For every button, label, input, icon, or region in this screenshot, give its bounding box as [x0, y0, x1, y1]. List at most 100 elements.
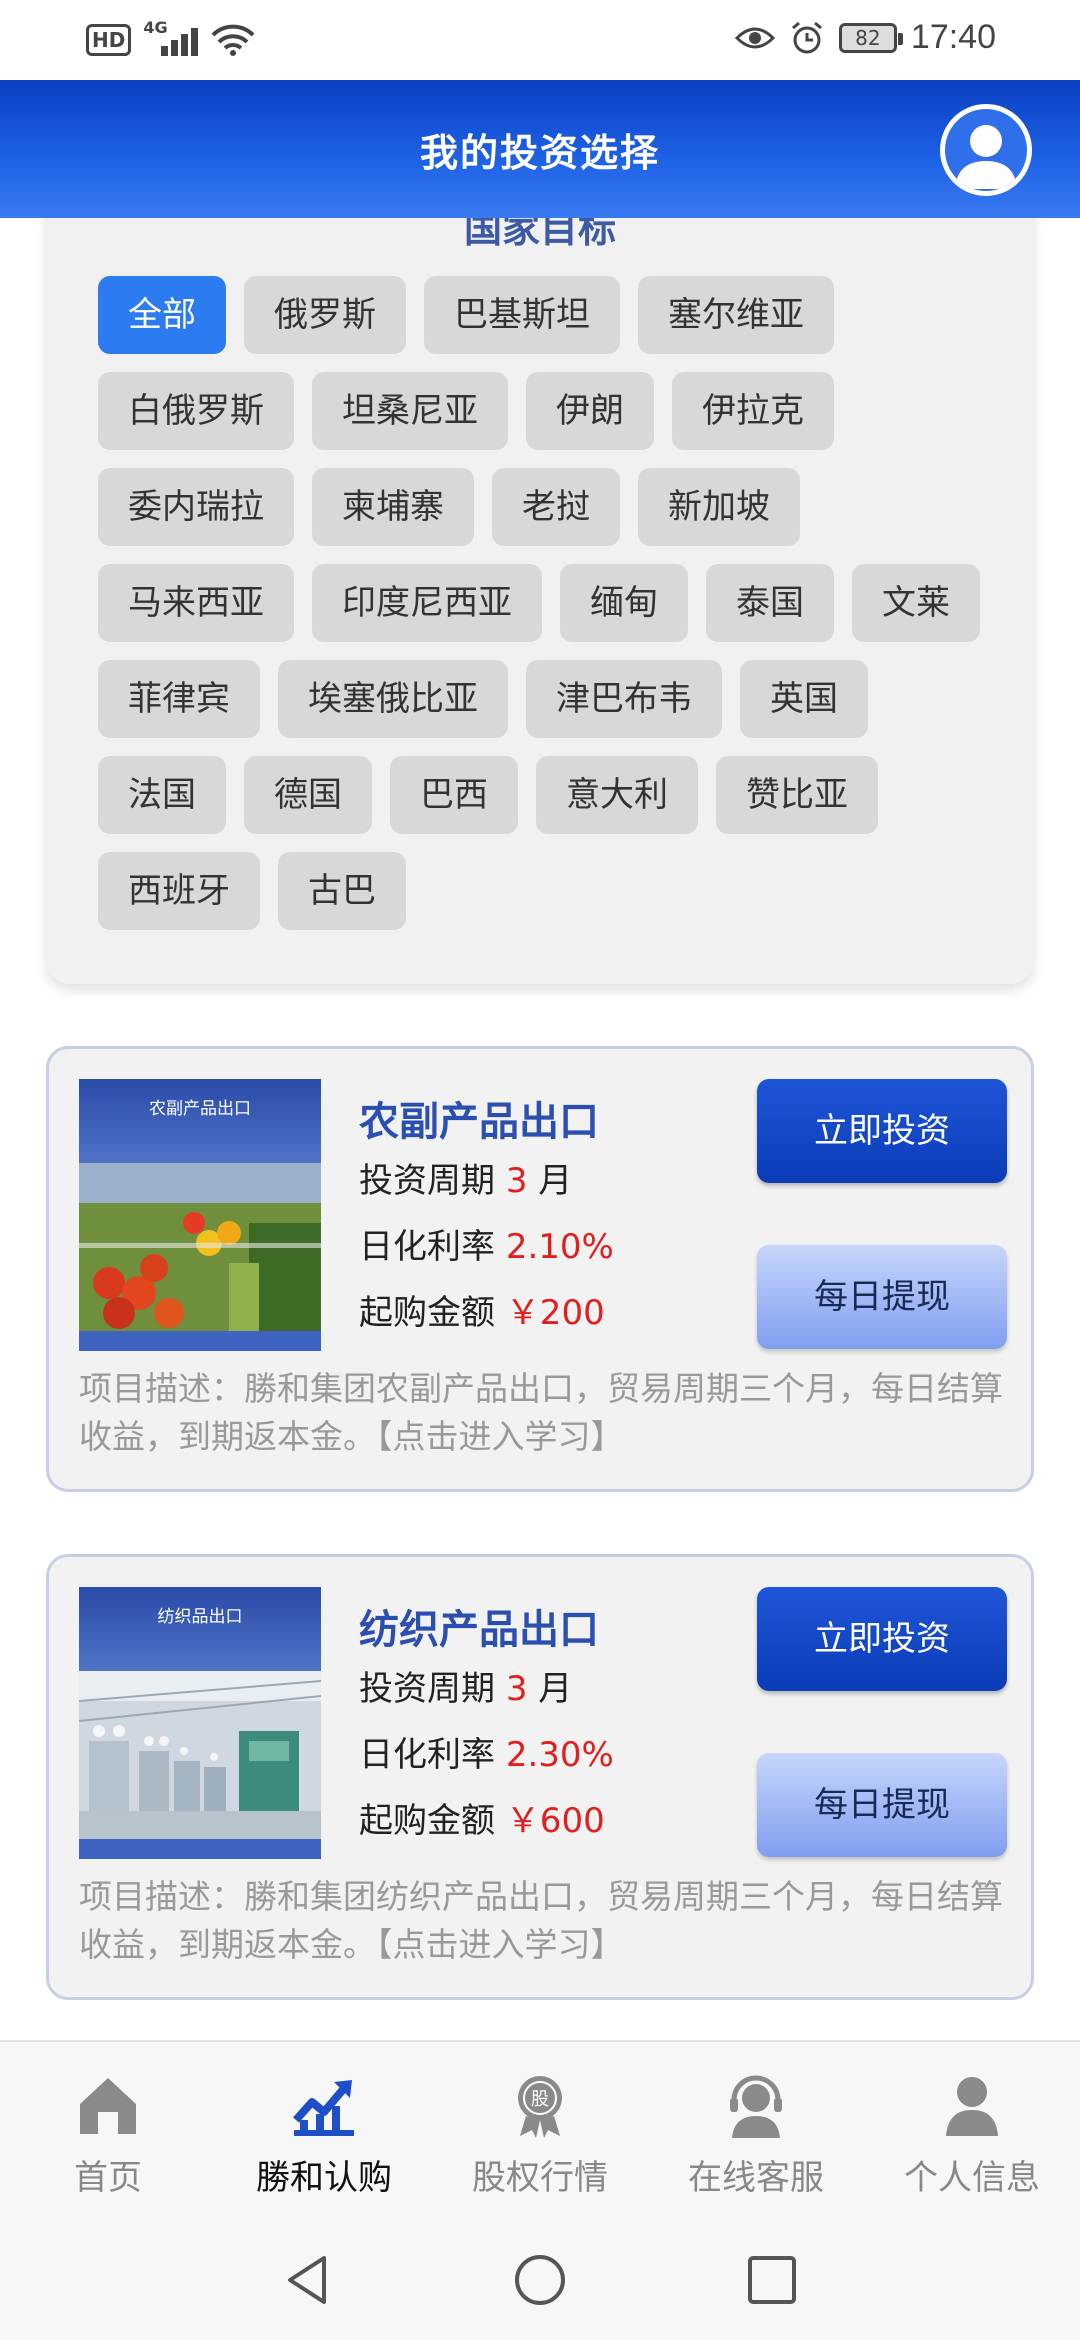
country-heading: 国家目标	[463, 218, 616, 251]
country-chip[interactable]: 老挝	[492, 468, 620, 546]
country-chip[interactable]: 塞尔维亚	[638, 276, 834, 354]
product-name: 纺织产品出口	[359, 1607, 599, 1653]
daily-rate: 日化利率 2.10%	[359, 1219, 614, 1268]
period-unit: 月	[538, 1669, 573, 1709]
back-icon[interactable]	[280, 2252, 336, 2308]
nav-label: 股权行情	[472, 2158, 608, 2198]
product-image-caption: 纺织品出口	[79, 1587, 321, 1671]
status-right: 82 17:40	[734, 18, 996, 57]
alarm-icon	[791, 21, 822, 53]
country-chip[interactable]: 缅甸	[560, 564, 688, 642]
cell-signal-icon: 4G	[143, 18, 199, 58]
country-chip-list: 全部 俄罗斯 巴基斯坦 塞尔维亚 白俄罗斯 坦桑尼亚 伊朗 伊拉克 委内瑞拉 柬…	[98, 276, 998, 930]
country-chip[interactable]: 柬埔寨	[312, 468, 474, 546]
country-chip[interactable]: 伊朗	[526, 372, 654, 450]
nav-support[interactable]: 在线客服	[648, 2042, 864, 2220]
home-icon	[80, 2078, 136, 2134]
system-nav-bar	[0, 2220, 1080, 2340]
user-avatar-button[interactable]	[940, 104, 1032, 196]
scroll-content[interactable]: 国家目标 全部 俄罗斯 巴基斯坦 塞尔维亚 白俄罗斯 坦桑尼亚 伊朗 伊拉克 委…	[0, 218, 1080, 2040]
invest-period: 投资周期 3 月	[359, 1153, 572, 1202]
daily-withdraw-button[interactable]: 每日提现	[757, 1753, 1007, 1857]
rate-label: 日化利率	[359, 1227, 495, 1267]
rate-label: 日化利率	[359, 1735, 495, 1775]
nav-label: 勝和认购	[256, 2158, 392, 2198]
home-circle-icon[interactable]	[512, 2252, 568, 2308]
status-left: HD 4G	[86, 18, 255, 58]
country-chip[interactable]: 印度尼西亚	[312, 564, 542, 642]
svg-text:股: 股	[531, 2089, 549, 2110]
country-chip[interactable]: 坦桑尼亚	[312, 372, 508, 450]
invest-now-button[interactable]: 立即投资	[757, 1587, 1007, 1691]
product-card[interactable]: 农副产品出口 农副产品出口 投资周期 3 月 日化利率 2.10% 起购金额 ￥…	[46, 1046, 1034, 1492]
country-chip[interactable]: 古巴	[278, 852, 406, 930]
product-card[interactable]: 纺织品出口 纺织产品出口 投资周期 3 月 日化利率 2.30% 起购金额 ￥6…	[46, 1554, 1034, 2000]
status-bar: HD 4G 82 17:40	[0, 0, 1080, 80]
wifi-icon	[211, 24, 255, 56]
country-chip[interactable]: 英国	[740, 660, 868, 738]
period-unit: 月	[538, 1161, 573, 1201]
period-label: 投资周期	[359, 1161, 495, 1201]
produce-photo	[79, 1163, 321, 1331]
recents-icon[interactable]	[744, 2252, 800, 2308]
eye-icon	[734, 27, 775, 48]
country-chip[interactable]: 菲律宾	[98, 660, 260, 738]
rate-value: 2.30%	[505, 1735, 614, 1775]
daily-withdraw-button[interactable]: 每日提现	[757, 1245, 1007, 1349]
person-icon	[946, 2077, 998, 2136]
hd-indicator: HD	[86, 24, 132, 56]
period-value: 3	[505, 1161, 528, 1201]
country-chip[interactable]: 文莱	[852, 564, 980, 642]
country-chip[interactable]: 津巴布韦	[526, 660, 722, 738]
app-header: 我的投资选择	[0, 80, 1080, 218]
textile-factory-photo	[79, 1671, 321, 1839]
min-value: ￥600	[505, 1801, 605, 1841]
product-description[interactable]: 项目描述：勝和集团纺织产品出口，贸易周期三个月，每日结算收益，到期返本金。【点击…	[79, 1873, 1009, 1969]
country-chip[interactable]: 巴基斯坦	[424, 276, 620, 354]
nav-label: 首页	[74, 2158, 142, 2198]
country-chip[interactable]: 法国	[98, 756, 226, 834]
nav-home[interactable]: 首页	[0, 2042, 216, 2220]
user-avatar-icon	[955, 125, 1017, 189]
country-chip[interactable]: 西班牙	[98, 852, 260, 930]
product-image[interactable]: 农副产品出口	[79, 1079, 321, 1351]
daily-rate: 日化利率 2.30%	[359, 1727, 614, 1776]
clock: 17:40	[910, 18, 996, 56]
product-description[interactable]: 项目描述：勝和集团农副产品出口，贸易周期三个月，每日结算收益，到期返本金。【点击…	[79, 1365, 1009, 1461]
country-chip[interactable]: 赞比亚	[716, 756, 878, 834]
country-chip[interactable]: 泰国	[706, 564, 834, 642]
country-chip[interactable]: 俄罗斯	[244, 276, 406, 354]
bottom-nav: 首页 勝和认购 股 股权行情 在线客服 个人信息	[0, 2040, 1080, 2220]
min-amount: 起购金额 ￥600	[359, 1793, 605, 1842]
nav-label: 在线客服	[688, 2158, 824, 2198]
country-chip[interactable]: 意大利	[536, 756, 698, 834]
product-image-footer	[79, 1839, 321, 1859]
country-chip[interactable]: 白俄罗斯	[98, 372, 294, 450]
country-chip[interactable]: 新加坡	[638, 468, 800, 546]
country-chip[interactable]: 委内瑞拉	[98, 468, 294, 546]
min-value: ￥200	[505, 1293, 605, 1333]
country-chip-all[interactable]: 全部	[98, 276, 226, 354]
invest-period: 投资周期 3 月	[359, 1661, 572, 1710]
country-chip[interactable]: 马来西亚	[98, 564, 294, 642]
nav-equity[interactable]: 股 股权行情	[432, 2042, 648, 2220]
page-title: 我的投资选择	[419, 131, 660, 175]
country-chip[interactable]: 巴西	[390, 756, 518, 834]
product-image-caption: 农副产品出口	[79, 1079, 321, 1163]
nav-profile[interactable]: 个人信息	[864, 2042, 1080, 2220]
country-chip[interactable]: 埃塞俄比亚	[278, 660, 508, 738]
country-chip[interactable]: 伊拉克	[672, 372, 834, 450]
network-type: 4G	[143, 18, 168, 37]
headset-agent-icon	[730, 2075, 782, 2138]
product-image[interactable]: 纺织品出口	[79, 1587, 321, 1859]
trend-chart-icon	[293, 2080, 354, 2136]
min-label: 起购金额	[359, 1801, 495, 1841]
rate-value: 2.10%	[505, 1227, 614, 1267]
country-chip[interactable]: 德国	[244, 756, 372, 834]
min-amount: 起购金额 ￥200	[359, 1285, 605, 1334]
min-label: 起购金额	[359, 1293, 495, 1333]
invest-now-button[interactable]: 立即投资	[757, 1079, 1007, 1183]
nav-label: 个人信息	[904, 2158, 1040, 2198]
product-name: 农副产品出口	[359, 1099, 599, 1145]
nav-subscribe[interactable]: 勝和认购	[216, 2042, 432, 2220]
